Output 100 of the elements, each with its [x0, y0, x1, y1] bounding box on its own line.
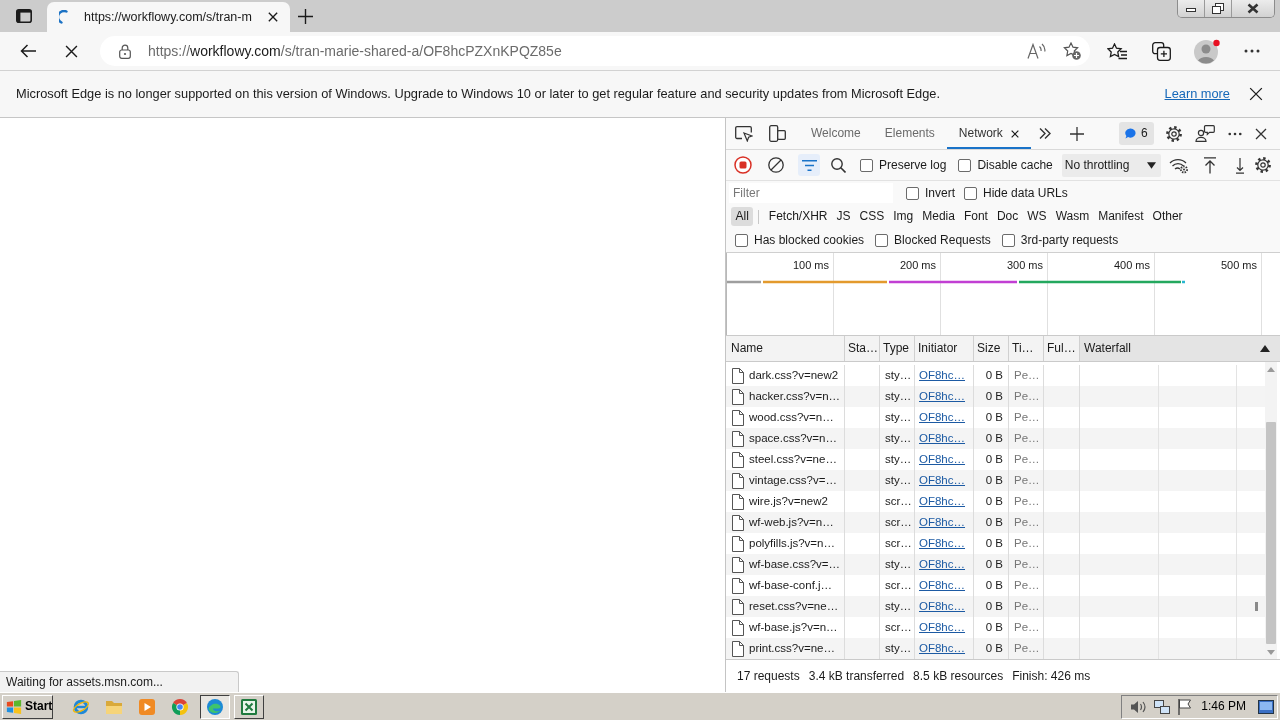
cursor-box-icon[interactable] — [735, 125, 753, 142]
initiator-link[interactable]: OF8hc… — [919, 599, 965, 614]
devices-icon[interactable] — [769, 125, 786, 142]
filter-button[interactable] — [798, 154, 820, 176]
initiator-link[interactable]: OF8hc… — [919, 515, 965, 530]
issues-button[interactable]: 6 — [1118, 122, 1154, 145]
people-chat-icon[interactable] — [1194, 125, 1215, 142]
panel-tab[interactable]: Welcome — [799, 118, 873, 149]
star-list-icon[interactable] — [1106, 42, 1127, 60]
more-icon[interactable] — [1243, 49, 1260, 53]
search-icon[interactable] — [831, 157, 846, 173]
type-filter-button[interactable]: Font — [959, 207, 993, 226]
letter-waves-icon[interactable] — [1027, 43, 1046, 59]
upload-icon[interactable] — [1202, 156, 1217, 174]
scrollbar-thumb[interactable] — [1266, 422, 1276, 644]
back-arrow-icon[interactable] — [20, 44, 36, 58]
avatar-icon[interactable] — [1193, 38, 1220, 64]
caret-up-icon[interactable] — [1260, 345, 1270, 352]
checkbox[interactable] — [964, 186, 977, 200]
close-icon[interactable] — [267, 12, 278, 22]
table-row[interactable]: wf-web.js?v=n… scr… OF8hc… 0 B Pe… — [726, 512, 1265, 533]
column-header[interactable]: Sta… — [848, 341, 878, 356]
checkbox[interactable] — [906, 186, 919, 200]
wifi-gear-icon[interactable] — [1168, 156, 1189, 174]
scroll-down-icon[interactable] — [1267, 650, 1275, 655]
initiator-link[interactable]: OF8hc… — [919, 557, 965, 572]
table-row[interactable]: hacker.css?v=n… sty… OF8hc… 0 B Pe… — [726, 386, 1265, 407]
panel-tab[interactable]: Elements — [872, 118, 947, 149]
column-header[interactable]: Ti… — [1012, 341, 1034, 356]
star-plus-icon[interactable] — [1063, 42, 1081, 60]
close-icon[interactable] — [1254, 127, 1267, 140]
settings-icon[interactable] — [1253, 156, 1272, 174]
table-row[interactable]: space.css?v=n… sty… OF8hc… 0 B Pe… — [726, 428, 1265, 449]
initiator-link[interactable]: OF8hc… — [919, 578, 965, 593]
learn-more-link[interactable]: Learn more — [1164, 86, 1230, 102]
checkbox[interactable] — [958, 158, 972, 172]
column-header[interactable]: Size — [977, 341, 1001, 356]
throttling-dropdown[interactable]: No throttling — [1061, 153, 1161, 177]
settings-icon[interactable] — [1164, 124, 1183, 143]
start-button[interactable]: Start — [2, 694, 53, 719]
sidebar-panel-icon[interactable] — [15, 9, 32, 23]
close-icon[interactable] — [1010, 129, 1019, 138]
column-header[interactable]: Name — [731, 341, 763, 356]
squares-plus-icon[interactable] — [1152, 41, 1171, 61]
filter-field[interactable]: Filter — [729, 183, 893, 203]
column-header[interactable]: Type — [883, 341, 909, 356]
type-filter-button[interactable]: Other — [1148, 207, 1188, 226]
initiator-link[interactable]: OF8hc… — [919, 452, 965, 467]
more-icon[interactable] — [1227, 131, 1242, 136]
type-filter-button[interactable]: Doc — [992, 207, 1023, 226]
type-filter-button[interactable]: WS — [1022, 207, 1052, 226]
initiator-link[interactable]: OF8hc… — [919, 536, 965, 551]
table-row[interactable]: print.css?v=ne… sty… OF8hc… 0 B Pe… — [726, 638, 1265, 659]
record-icon[interactable] — [734, 156, 752, 174]
table-row[interactable]: wf-base.css?v=… sty… OF8hc… 0 B Pe… — [726, 554, 1265, 575]
speaker-icon[interactable] — [1130, 698, 1148, 715]
plus-icon[interactable] — [297, 8, 313, 24]
lock-icon[interactable] — [119, 43, 131, 59]
circle-slash-icon[interactable] — [768, 157, 784, 173]
browser-tab[interactable]: https://workflowy.com/s/tran-m — [47, 2, 290, 32]
close-icon[interactable] — [1249, 87, 1263, 101]
initiator-link[interactable]: OF8hc… — [919, 620, 965, 635]
type-filter-button[interactable]: Img — [888, 207, 918, 226]
cross-icon[interactable] — [64, 44, 78, 58]
initiator-link[interactable]: OF8hc… — [919, 473, 965, 488]
column-header[interactable]: Waterfall — [1084, 341, 1131, 356]
restore-button[interactable] — [1205, 0, 1232, 17]
close-button[interactable] — [1232, 0, 1274, 17]
flag-icon[interactable] — [1177, 698, 1193, 715]
column-header[interactable]: Ful… — [1047, 341, 1076, 356]
type-filter-button[interactable]: All — [731, 207, 754, 226]
initiator-link[interactable]: OF8hc… — [919, 389, 965, 404]
table-row[interactable]: reset.css?v=ne… sty… OF8hc… 0 B Pe… — [726, 596, 1265, 617]
initiator-link[interactable]: OF8hc… — [919, 410, 965, 425]
desktop-icon[interactable] — [1258, 699, 1274, 714]
monitors-icon[interactable] — [1154, 698, 1171, 715]
type-filter-button[interactable]: JS — [832, 207, 856, 226]
scroll-up-icon[interactable] — [1267, 367, 1275, 372]
checkbox[interactable] — [875, 233, 889, 247]
column-header[interactable]: Initiator — [918, 341, 958, 356]
type-filter-button[interactable]: Fetch/XHR — [764, 207, 833, 226]
type-filter-button[interactable]: Wasm — [1051, 207, 1094, 226]
download-icon[interactable] — [1234, 156, 1245, 174]
initiator-link[interactable]: OF8hc… — [919, 494, 965, 509]
initiator-link[interactable]: OF8hc… — [919, 431, 965, 446]
plus-icon[interactable] — [1069, 126, 1084, 141]
address-bar[interactable]: https://workflowy.com/s/tran-marie-shared-a/OF8hcPZXnKPQZ85e — [100, 36, 1090, 66]
table-row[interactable]: vintage.css?v=… sty… OF8hc… 0 B Pe… — [726, 470, 1265, 491]
panel-tab[interactable]: Network — [946, 118, 1031, 149]
checkbox[interactable] — [735, 233, 748, 247]
double-chevron-icon[interactable] — [1038, 128, 1051, 139]
type-filter-button[interactable]: Manifest — [1093, 207, 1149, 226]
taskbar-button[interactable] — [200, 694, 230, 719]
checkbox[interactable] — [1001, 233, 1015, 247]
checkbox[interactable] — [860, 158, 873, 172]
type-filter-button[interactable]: Media — [917, 207, 960, 226]
initiator-link[interactable]: OF8hc… — [919, 368, 965, 383]
type-filter-button[interactable]: CSS — [855, 207, 889, 226]
initiator-link[interactable]: OF8hc… — [919, 641, 965, 656]
minimize-button[interactable] — [1178, 0, 1205, 17]
